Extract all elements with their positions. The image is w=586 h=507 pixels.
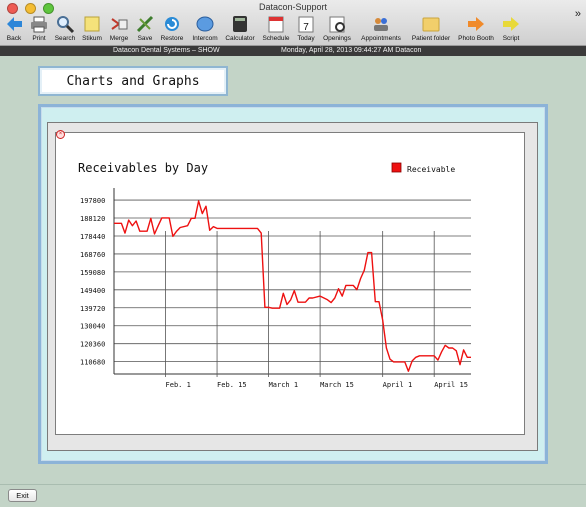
x-tick-label: April 1 — [383, 381, 413, 389]
intercom-icon — [196, 16, 214, 32]
y-tick-label: 159080 — [80, 269, 105, 277]
toolbar-script-button[interactable]: Script — [491, 14, 531, 42]
toolbar-label: Patient folder — [411, 35, 451, 42]
y-tick-label: 120360 — [80, 341, 105, 349]
legend-label: Receivable — [407, 165, 455, 174]
x-tick-label: Feb. 1 — [166, 381, 191, 389]
toolbar-intercom-button[interactable]: Intercom — [185, 14, 225, 42]
y-tick-label: 178440 — [80, 233, 105, 241]
x-tick-label: April 15 — [434, 381, 468, 389]
svg-text:7: 7 — [303, 22, 309, 33]
toolbar-label: Print — [32, 35, 46, 42]
x-tick-label: March 1 — [269, 381, 299, 389]
exit-button[interactable]: Exit — [8, 489, 37, 502]
toolbar-photo-booth-button[interactable]: Photo Booth — [456, 14, 496, 42]
divider — [0, 484, 586, 485]
calculator-icon — [233, 16, 247, 32]
app-window: Datacon-Support Back Print Search Stikum Mer… — [0, 0, 586, 507]
toolbar-label: Calculator — [225, 35, 255, 42]
chart-title: Receivables by Day — [78, 161, 208, 175]
photo-booth-icon — [468, 17, 484, 31]
info-bar: Datacon Dental Systems – SHOW Monday, Ap… — [0, 46, 586, 56]
x-tick-label: March 15 — [320, 381, 354, 389]
toolbar-label: Save — [137, 35, 153, 42]
practice-name: Datacon Dental Systems – SHOW — [113, 47, 220, 54]
toolbar: Back Print Search Stikum Merge Save Restore Int… — [0, 14, 586, 46]
toolbar-label: Openings — [323, 35, 351, 42]
y-tick-label: 149400 — [80, 287, 105, 295]
toolbar-openings-button[interactable]: Openings — [317, 14, 357, 42]
y-tick-label: 188120 — [80, 215, 105, 223]
page-title: Charts and Graphs — [38, 66, 228, 96]
y-tick-label: 168760 — [80, 251, 105, 259]
x-tick-label: Feb. 15 — [217, 381, 247, 389]
title-toolbar: Datacon-Support Back Print Search Stikum Mer… — [0, 0, 586, 46]
restore-icon — [165, 17, 179, 31]
window-title: Datacon-Support — [258, 2, 328, 12]
toolbar-appointments-button[interactable]: Appointments — [361, 14, 401, 42]
calendar-today-icon: 7 — [298, 16, 314, 33]
appointments-icon — [374, 18, 388, 31]
y-tick-label: 110680 — [80, 359, 105, 367]
close-chart-icon[interactable]: × — [56, 130, 65, 139]
toolbar-patient-folder-button[interactable]: Patient folder — [411, 14, 451, 42]
openings-icon — [329, 16, 345, 33]
receivables-chart: Receivables by Day Receivable 110680 120360… — [78, 161, 471, 389]
y-tick-label: 139720 — [80, 305, 105, 313]
script-icon — [503, 17, 519, 31]
series-line-receivable — [114, 200, 471, 372]
toolbar-label: Intercom — [192, 35, 218, 42]
toolbar-label: Appointments — [361, 35, 401, 42]
toolbar-label: Today — [297, 35, 315, 42]
toolbar-label: Restore — [160, 35, 184, 42]
schedule-icon — [268, 16, 284, 33]
toolbar-label: Script — [502, 35, 520, 42]
datetime-user: Monday, April 28, 2013 09:44:27 AM Datac… — [281, 47, 422, 54]
y-tick-label: 130040 — [80, 323, 105, 331]
y-tick-label: 197800 — [80, 197, 105, 205]
toolbar-label: Photo Booth — [458, 35, 494, 42]
toolbar-overflow-icon[interactable]: » — [575, 8, 581, 20]
toolbar-calculator-button[interactable]: Calculator — [220, 14, 260, 42]
legend-swatch — [391, 162, 402, 173]
folder-icon — [422, 17, 440, 32]
